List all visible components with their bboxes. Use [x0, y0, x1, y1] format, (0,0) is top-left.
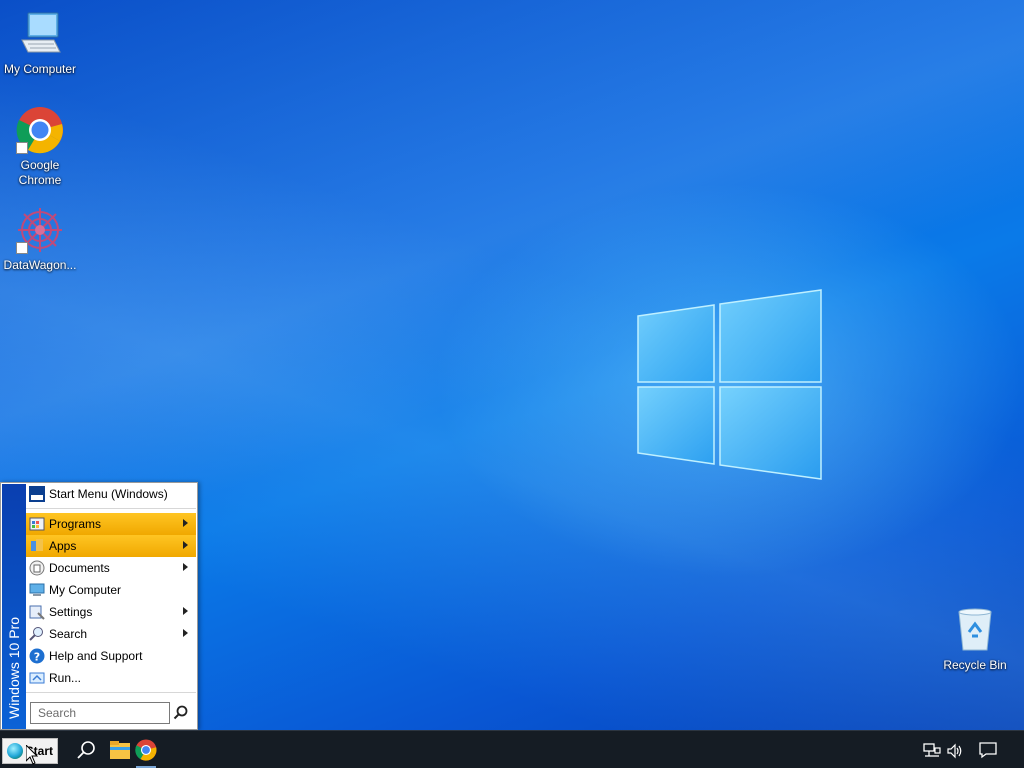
recycle-bin-icon [951, 606, 999, 654]
menu-separator [26, 508, 196, 509]
menu-item-label: Apps [49, 539, 77, 553]
menu-item-label: Search [49, 627, 88, 641]
chrome-icon[interactable] [135, 739, 157, 761]
menu-item-label: Settings [49, 605, 93, 619]
menu-item-documents[interactable]: Documents [26, 557, 196, 579]
mouse-cursor-icon [26, 745, 38, 765]
menu-item-programs[interactable]: Programs [26, 513, 196, 535]
submenu-arrow-icon [183, 541, 188, 549]
menu-item-label: Documents [49, 561, 110, 575]
computer-icon [28, 581, 46, 599]
desktop-icon-google-chrome[interactable]: Google Chrome [0, 106, 80, 188]
desktop-icon-label: Recycle Bin [943, 658, 1007, 672]
submenu-arrow-icon [183, 607, 188, 615]
shortcut-arrow-icon [16, 142, 28, 154]
notification-icon[interactable] [979, 741, 997, 759]
start-menu-banner: Windows 10 Pro [2, 484, 26, 729]
search-icon [28, 625, 46, 643]
settings-icon [28, 603, 46, 621]
menu-item-label: Run... [49, 671, 82, 685]
menu-item-label: My Computer [49, 583, 122, 597]
start-menu-icon [28, 485, 46, 503]
submenu-arrow-icon [183, 519, 188, 527]
windows-logo-wallpaper [637, 289, 822, 480]
datawagon-icon [16, 206, 64, 254]
programs-icon [28, 515, 46, 533]
desktop-icon-label: My Computer [3, 62, 77, 76]
menu-item-search[interactable]: Search [26, 623, 196, 645]
menu-item-start-menu-windows[interactable]: Start Menu (Windows) [26, 483, 196, 505]
submenu-arrow-icon [183, 563, 188, 571]
computer-icon [16, 10, 64, 58]
network-icon[interactable] [923, 742, 941, 760]
banner-text: Windows 10 Pro [6, 617, 22, 719]
apps-icon [28, 537, 46, 555]
shortcut-arrow-icon [16, 242, 28, 254]
svg-text:?: ? [34, 651, 40, 664]
submenu-arrow-icon [183, 629, 188, 637]
start-search-input[interactable]: Search [30, 702, 170, 724]
documents-icon [28, 559, 46, 577]
menu-item-label: Help and Support [49, 649, 143, 663]
chrome-icon [16, 106, 64, 154]
search-icon[interactable] [173, 704, 189, 722]
menu-item-label: Programs [49, 517, 102, 531]
menu-item-help-and-support[interactable]: ? Help and Support [26, 645, 196, 667]
menu-item-apps[interactable]: Apps [26, 535, 196, 557]
menu-item-run[interactable]: Run... [26, 667, 196, 689]
desktop-icon-recycle-bin[interactable]: Recycle Bin [935, 606, 1015, 673]
run-icon [28, 669, 46, 687]
taskbar: Start [0, 730, 1024, 768]
desktop-icon-label: DataWagon... [3, 258, 77, 272]
file-explorer-icon[interactable] [109, 739, 131, 761]
menu-item-settings[interactable]: Settings [26, 601, 196, 623]
desktop-icon-my-computer[interactable]: My Computer [0, 10, 80, 77]
help-icon: ? [28, 647, 46, 665]
volume-icon[interactable] [946, 742, 964, 760]
menu-item-my-computer[interactable]: My Computer [26, 579, 196, 601]
start-orb-icon [7, 743, 23, 759]
menu-item-label: Start Menu (Windows) [49, 487, 168, 501]
desktop-icon-label: Google Chrome [18, 158, 62, 187]
search-icon[interactable] [75, 739, 97, 761]
desktop-icon-datawagon[interactable]: DataWagon... [0, 206, 80, 273]
menu-separator [26, 692, 196, 693]
